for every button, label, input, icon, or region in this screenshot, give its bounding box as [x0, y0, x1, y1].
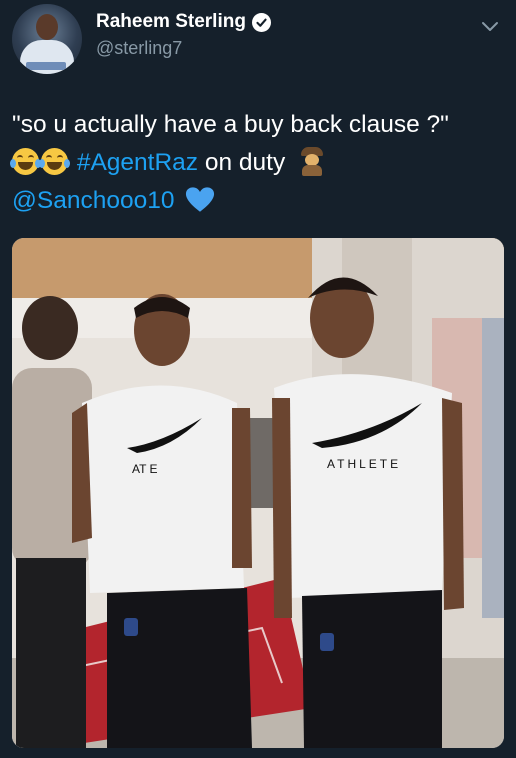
- avatar[interactable]: [12, 4, 82, 74]
- tweet-hashtag-line: #AgentRaz on duty: [10, 144, 507, 182]
- tweet-text: "so u actually have a buy back clause ?"…: [10, 106, 507, 220]
- author-display-name[interactable]: Raheem Sterling: [96, 11, 246, 33]
- author-name-row[interactable]: Raheem Sterling: [96, 11, 271, 33]
- tweet-text-fragment: on duty: [198, 149, 286, 176]
- mention-link[interactable]: @Sanchooo10: [12, 187, 174, 214]
- blue-heart-icon: [186, 187, 215, 212]
- tweet-header: Raheem Sterling @sterling7: [0, 0, 516, 80]
- shirt-text-right: ATHLETE: [327, 457, 401, 471]
- verified-badge-icon: [251, 12, 271, 32]
- author-handle[interactable]: @sterling7: [96, 38, 182, 59]
- tweet-quote-line: "so u actually have a buy back clause ?": [12, 111, 449, 138]
- detective-icon: [298, 146, 326, 176]
- face-with-tears-of-joy-icon: [39, 148, 70, 175]
- chevron-down-icon[interactable]: [478, 14, 502, 38]
- face-with-tears-of-joy-icon: [10, 148, 41, 175]
- tweet-mention-line: @Sanchooo10: [12, 182, 507, 220]
- tweet-photo[interactable]: AT E ATHLETE: [12, 238, 504, 748]
- hashtag-link[interactable]: #AgentRaz: [77, 149, 198, 176]
- shirt-text-left: AT E: [132, 462, 158, 476]
